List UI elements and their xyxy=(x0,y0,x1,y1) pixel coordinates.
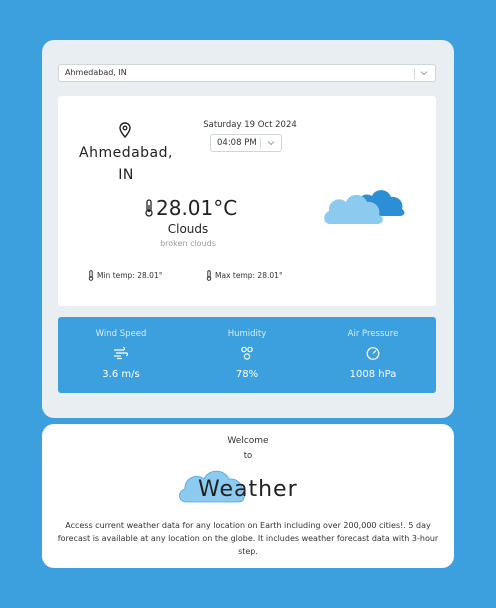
thermometer-icon xyxy=(88,270,94,281)
stat-label: Wind Speed xyxy=(95,329,147,339)
location-name: Ahmedabad, IN xyxy=(72,142,180,186)
welcome-card: Welcome to Weather Access current weathe… xyxy=(42,424,454,568)
date-label: Saturday 19 Oct 2024 xyxy=(203,120,297,130)
stat-value: 78% xyxy=(235,369,259,380)
max-temp: Max temp: 28.01° xyxy=(206,270,283,281)
weather-condition: Clouds xyxy=(167,222,209,236)
gauge-icon xyxy=(366,347,380,360)
chevron-down-icon[interactable] xyxy=(419,68,429,78)
max-temp-label: Max temp: 28.01° xyxy=(215,271,283,280)
temperature-value: 28.01°C xyxy=(156,196,238,220)
wind-icon xyxy=(114,346,129,360)
stat-value: 3.6 m/s xyxy=(102,369,140,380)
weather-stats-panel: Wind Speed 3.6 m/s Humidity 78% Air Pres… xyxy=(58,317,436,393)
location-select[interactable]: Ahmedabad, IN xyxy=(58,64,436,82)
min-temp-label: Min temp: 28.01° xyxy=(97,271,163,280)
stat-humidity: Humidity 78% xyxy=(184,317,310,393)
location-select-value: Ahmedabad, IN xyxy=(65,68,127,77)
stat-label: Humidity xyxy=(227,329,267,339)
chevron-down-icon[interactable] xyxy=(266,138,276,148)
location-city: Ahmedabad, xyxy=(79,145,173,161)
weather-description: broken clouds xyxy=(160,239,216,248)
min-temp: Min temp: 28.01° xyxy=(88,270,162,281)
temperature: 28.01°C xyxy=(144,196,237,220)
app-logo-text: Weather xyxy=(198,477,298,502)
time-select[interactable]: 04:08 PM xyxy=(210,134,282,152)
stat-wind-speed: Wind Speed 3.6 m/s xyxy=(58,317,184,393)
welcome-description: Access current weather data for any loca… xyxy=(57,521,439,556)
thermometer-icon xyxy=(206,270,212,281)
stat-air-pressure: Air Pressure 1008 hPa xyxy=(310,317,436,393)
time-select-value: 04:08 PM xyxy=(217,138,257,148)
select-separator xyxy=(260,138,261,149)
stat-label: Air Pressure xyxy=(347,329,399,339)
welcome-to: to xyxy=(243,451,253,461)
location-country: IN xyxy=(118,167,134,183)
cloud-icon xyxy=(324,190,405,224)
location-pin-icon xyxy=(119,122,131,138)
thermometer-icon xyxy=(145,199,153,217)
weather-card: Ahmedabad, IN Ahmedabad, IN Saturday 19 … xyxy=(42,40,454,418)
humidity-icon xyxy=(241,346,253,360)
welcome-heading: Welcome xyxy=(227,436,269,446)
stat-value: 1008 hPa xyxy=(349,369,397,380)
select-separator xyxy=(414,68,415,79)
current-weather-panel: Ahmedabad, IN Saturday 19 Oct 2024 04:08… xyxy=(58,96,436,306)
